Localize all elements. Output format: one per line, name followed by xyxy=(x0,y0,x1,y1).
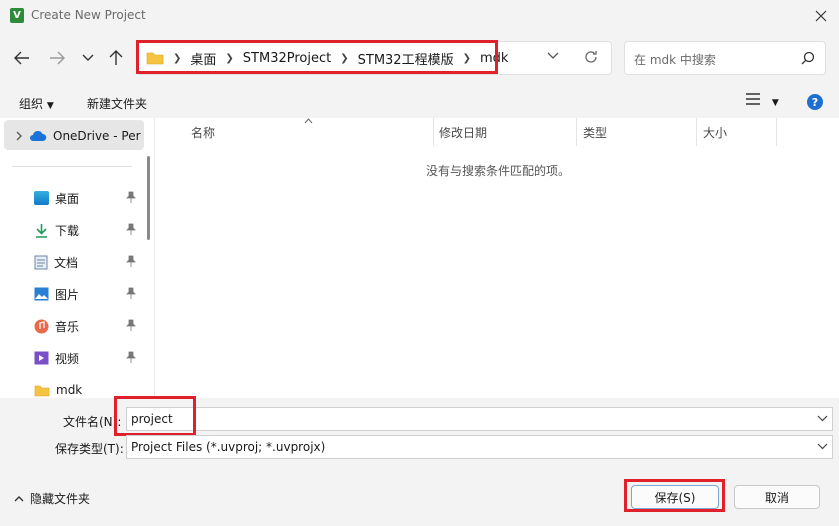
pin-icon xyxy=(126,319,136,331)
organize-button[interactable]: 组织 ▼ xyxy=(19,95,54,112)
sidebar-item-label: 下载 xyxy=(55,223,80,238)
sidebar-item-label: 图片 xyxy=(55,287,80,302)
column-header-date[interactable]: 修改日期 xyxy=(439,124,487,141)
chevron-up-icon xyxy=(14,496,24,502)
filetype-select[interactable]: Project Files (*.uvproj; *.uvprojx) xyxy=(126,435,833,459)
window-title: Create New Project xyxy=(31,8,146,22)
up-button[interactable] xyxy=(105,47,127,69)
chevron-down-icon[interactable] xyxy=(817,413,828,424)
address-history-button[interactable] xyxy=(547,49,559,63)
filename-label: 文件名(N): xyxy=(63,415,122,429)
cancel-button[interactable]: 取消 xyxy=(734,485,820,509)
pane-divider xyxy=(154,118,155,398)
refresh-icon xyxy=(585,51,597,63)
column-header-type[interactable]: 类型 xyxy=(583,124,607,141)
recent-locations-button[interactable] xyxy=(77,47,99,69)
column-divider[interactable] xyxy=(576,118,577,146)
arrow-up-icon xyxy=(109,50,123,65)
sidebar-item-music[interactable]: 音乐 xyxy=(34,316,144,336)
sidebar-item-desktop[interactable]: 桌面 xyxy=(34,188,144,208)
filetype-value: Project Files (*.uvproj; *.uvprojx) xyxy=(131,440,326,454)
address-highlight-box xyxy=(136,40,498,74)
search-input[interactable]: 在 mdk 中搜索 xyxy=(624,41,826,75)
new-folder-button[interactable]: 新建文件夹 xyxy=(87,95,147,112)
command-bar: 组织 ▼ 新建文件夹 ▼ ? xyxy=(0,88,839,118)
arrow-right-icon xyxy=(50,51,65,65)
caret-down-icon: ▼ xyxy=(771,98,779,108)
sidebar-item-label: 视频 xyxy=(55,351,80,366)
onedrive-cloud-icon xyxy=(30,130,47,141)
column-header-size[interactable]: 大小 xyxy=(703,124,727,141)
pictures-icon xyxy=(34,287,49,301)
sidebar-item-pictures[interactable]: 图片 xyxy=(34,284,144,304)
download-icon xyxy=(36,223,47,238)
filename-highlight-box xyxy=(114,396,196,436)
search-icon xyxy=(801,51,815,65)
column-divider[interactable] xyxy=(776,118,777,146)
sidebar-scrollbar[interactable] xyxy=(147,156,150,240)
sidebar-item-documents[interactable]: 文档 xyxy=(34,252,144,272)
chevron-down-icon xyxy=(82,54,94,61)
sidebar-item-label: 桌面 xyxy=(55,191,80,206)
file-list: 名称 修改日期 类型 大小 没有与搜索条件匹配的项。 xyxy=(158,118,839,398)
empty-message: 没有与搜索条件匹配的项。 xyxy=(426,164,571,178)
sidebar-item-videos[interactable]: 视频 xyxy=(34,348,144,368)
sidebar-divider xyxy=(12,166,132,167)
sidebar-item-label: mdk xyxy=(56,383,83,397)
column-divider[interactable] xyxy=(696,118,697,146)
sidebar-item-downloads[interactable]: 下载 xyxy=(34,220,144,240)
sidebar-item-label: 文档 xyxy=(54,255,79,270)
save-highlight-box xyxy=(624,479,725,512)
app-icon: V xyxy=(10,8,24,23)
chevron-down-icon[interactable] xyxy=(817,441,828,452)
help-button[interactable]: ? xyxy=(807,94,823,113)
forward-button[interactable] xyxy=(46,47,68,69)
document-icon xyxy=(34,255,48,269)
sort-ascending-icon xyxy=(304,118,313,124)
column-divider[interactable] xyxy=(433,118,434,146)
hide-folders-label: 隐藏文件夹 xyxy=(30,492,91,506)
refresh-button[interactable] xyxy=(583,49,599,68)
svg-text:?: ? xyxy=(812,96,818,109)
folder-icon xyxy=(34,385,50,396)
chevron-right-icon xyxy=(16,131,22,141)
main-pane: OneDrive - Per 桌面 下载 文档 图片 音乐 视频 mdk 名称 … xyxy=(0,118,839,398)
filename-input[interactable]: project xyxy=(126,407,833,431)
music-icon xyxy=(34,319,49,333)
title-bar: V Create New Project xyxy=(0,0,839,32)
sidebar-item-onedrive[interactable]: OneDrive - Per xyxy=(4,120,144,150)
caret-down-icon: ▼ xyxy=(46,101,54,111)
view-options-button[interactable]: ▼ xyxy=(746,93,779,108)
back-button[interactable] xyxy=(11,47,33,69)
pin-icon xyxy=(126,351,136,363)
close-icon xyxy=(815,10,827,22)
sidebar-item-label: 音乐 xyxy=(55,319,80,334)
arrow-left-icon xyxy=(14,51,29,65)
pin-icon xyxy=(126,223,136,235)
pin-icon xyxy=(126,191,136,203)
list-view-icon xyxy=(746,93,760,105)
column-header-name[interactable]: 名称 xyxy=(191,124,215,141)
video-icon xyxy=(34,351,49,365)
pin-icon xyxy=(126,287,136,299)
filetype-label: 保存类型(T): xyxy=(55,442,124,456)
help-icon: ? xyxy=(807,94,823,110)
onedrive-label: OneDrive - Per xyxy=(53,129,141,143)
search-placeholder: 在 mdk 中搜索 xyxy=(634,53,716,67)
organize-label: 组织 xyxy=(19,97,44,111)
close-button[interactable] xyxy=(806,4,836,28)
chevron-down-icon xyxy=(547,52,559,59)
pin-icon xyxy=(126,255,136,267)
desktop-icon xyxy=(34,191,49,205)
hide-folders-button[interactable]: 隐藏文件夹 xyxy=(14,490,90,507)
navigation-pane: OneDrive - Per 桌面 下载 文档 图片 音乐 视频 mdk xyxy=(0,118,148,398)
